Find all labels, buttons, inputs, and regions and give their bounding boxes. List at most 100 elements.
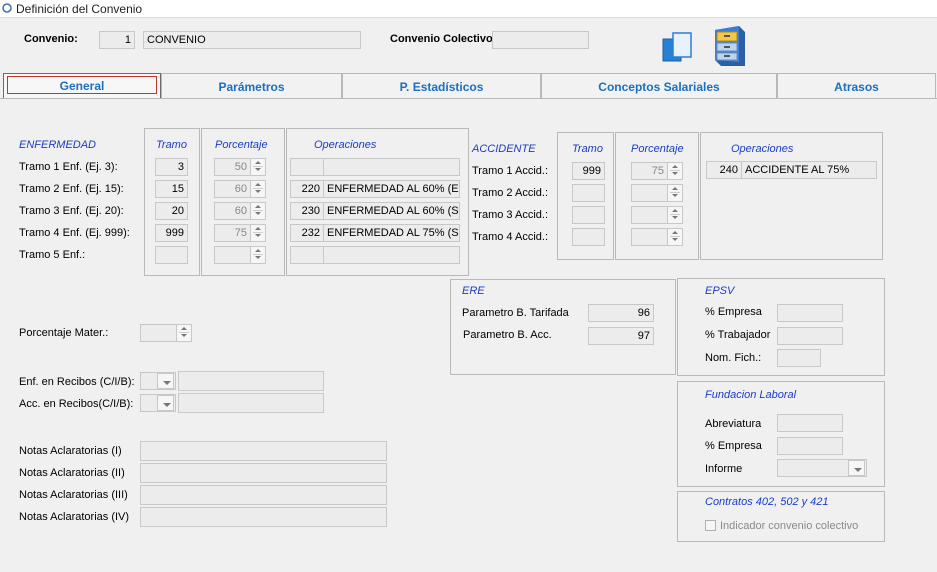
- convenio-number-field[interactable]: 1: [99, 31, 135, 49]
- acc-col-operaciones: Operaciones: [731, 143, 794, 155]
- enf-recibos-label: Enf. en Recibos (C/I/B):: [19, 376, 135, 388]
- ere-acc-label: Parametro B. Acc.: [463, 329, 552, 341]
- notas-field[interactable]: [140, 485, 387, 505]
- acc-recibos-desc: [178, 393, 324, 413]
- fundacion-empresa-field[interactable]: [777, 437, 843, 455]
- enf-porcentaje-spinner-value: 60: [234, 183, 247, 195]
- notas-label: Notas Aclaratorias (II): [19, 467, 125, 479]
- notas-label: Notas Aclaratorias (I): [19, 445, 122, 457]
- enf-op-code-field[interactable]: [290, 158, 324, 176]
- enf-porcentaje-spinner-value: 75: [234, 227, 247, 239]
- enf-porcentaje-spinner[interactable]: 75: [214, 224, 266, 242]
- acc-porcentaje-spinner[interactable]: [631, 206, 683, 224]
- enf-op-desc-field: ENFERMEDAD AL 75% (S.S: [323, 224, 460, 242]
- fundacion-abrev-field[interactable]: [777, 414, 843, 432]
- enf-col-porcentaje: Porcentaje: [215, 139, 268, 151]
- convenio-name-field[interactable]: CONVENIO: [143, 31, 361, 49]
- acc-porcentaje-spinner-value: 75: [651, 165, 664, 177]
- tab-conceptos-salariales[interactable]: Conceptos Salariales: [541, 73, 777, 99]
- convenio-label: Convenio:: [24, 33, 78, 45]
- acc-porcentaje-spinner[interactable]: [631, 228, 683, 246]
- enf-porcentaje-spinner[interactable]: 50: [214, 158, 266, 176]
- acc-recibos-dropdown[interactable]: [157, 395, 174, 411]
- enf-recibos-desc: [178, 371, 324, 391]
- enf-row-label: Tramo 3 Enf. (Ej. 20):: [19, 205, 124, 217]
- indicador-checkbox[interactable]: [705, 520, 716, 531]
- tab-bar: General Parámetros P. Estadísticos Conce…: [0, 73, 937, 99]
- spinner-arrows-icon[interactable]: [667, 163, 682, 179]
- contratos-title: Contratos 402, 502 y 421: [705, 496, 829, 508]
- enf-op-desc-field: [323, 246, 460, 264]
- enf-porcentaje-spinner[interactable]: [214, 246, 266, 264]
- tab-parametros[interactable]: Parámetros: [161, 73, 342, 99]
- notas-field[interactable]: [140, 463, 387, 483]
- enf-op-code-field[interactable]: 230: [290, 202, 324, 220]
- enf-op-desc-field: ENFERMEDAD AL 60% (S.S: [323, 202, 460, 220]
- enf-porcentaje-spinner-value: 60: [234, 205, 247, 217]
- enf-tramo-field[interactable]: 999: [155, 224, 188, 242]
- enf-row-label: Tramo 4 Enf. (Ej. 999):: [19, 227, 130, 239]
- fundacion-informe-dropdown[interactable]: [848, 460, 865, 476]
- enf-porcentaje-spinner[interactable]: 60: [214, 202, 266, 220]
- accidente-title: ACCIDENTE: [472, 143, 536, 155]
- epsv-title: EPSV: [705, 285, 735, 297]
- acc-tramo-field[interactable]: 999: [572, 162, 605, 180]
- ere-acc-field[interactable]: 97: [588, 327, 654, 345]
- acc-tramo-field[interactable]: [572, 184, 605, 202]
- convenio-colectivo-field[interactable]: [492, 31, 589, 49]
- notas-field[interactable]: [140, 507, 387, 527]
- notas-field[interactable]: [140, 441, 387, 461]
- enf-porcentaje-spinner[interactable]: 60: [214, 180, 266, 198]
- notas-label: Notas Aclaratorias (III): [19, 489, 128, 501]
- spinner-arrows-icon[interactable]: [250, 225, 265, 241]
- epsv-fich-field[interactable]: [777, 349, 821, 367]
- fundacion-abrev-label: Abreviatura: [705, 418, 762, 430]
- enf-recibos-dropdown[interactable]: [157, 373, 174, 389]
- spinner-arrows-icon[interactable]: [250, 159, 265, 175]
- acc-op-code-field[interactable]: 240: [706, 161, 742, 179]
- fundacion-title: Fundacion Laboral: [705, 389, 797, 401]
- tab-p-estadisticos[interactable]: P. Estadísticos: [342, 73, 541, 99]
- acc-col-porcentaje: Porcentaje: [631, 143, 684, 155]
- ere-tarifada-field[interactable]: 96: [588, 304, 654, 322]
- spinner-arrows-icon[interactable]: [667, 229, 682, 245]
- acc-row-label: Tramo 1 Accid.:: [472, 165, 549, 177]
- chevron-down-icon: [854, 468, 862, 472]
- spinner-arrows-icon[interactable]: [250, 247, 265, 263]
- tab-general[interactable]: General: [3, 73, 161, 99]
- enf-tramo-field[interactable]: 3: [155, 158, 188, 176]
- enf-tramo-field[interactable]: 15: [155, 180, 188, 198]
- spinner-arrows-icon[interactable]: [250, 181, 265, 197]
- tab-atrasos[interactable]: Atrasos: [777, 73, 936, 99]
- chevron-down-icon: [163, 403, 171, 407]
- spinner-arrows-icon[interactable]: [250, 203, 265, 219]
- acc-porcentaje-spinner[interactable]: 75: [631, 162, 683, 180]
- convenio-colectivo-label: Convenio Colectivo: [390, 33, 493, 45]
- enf-op-code-field[interactable]: 232: [290, 224, 324, 242]
- copy-icon[interactable]: [661, 31, 695, 63]
- enf-op-code-field[interactable]: 220: [290, 180, 324, 198]
- acc-row-label: Tramo 3 Accid.:: [472, 209, 549, 221]
- ere-title: ERE: [462, 285, 485, 297]
- spinner-arrows-icon[interactable]: [667, 185, 682, 201]
- window-title: Definición del Convenio: [16, 2, 143, 16]
- enf-tramo-field[interactable]: 20: [155, 202, 188, 220]
- chevron-down-icon: [163, 381, 171, 385]
- enf-row-label: Tramo 2 Enf. (Ej. 15):: [19, 183, 124, 195]
- enf-row-label: Tramo 1 Enf. (Ej. 3):: [19, 161, 118, 173]
- notas-label: Notas Aclaratorias (IV): [19, 511, 130, 523]
- epsv-trabajador-field[interactable]: [777, 327, 843, 345]
- spinner-arrows-icon[interactable]: [667, 207, 682, 223]
- epsv-empresa-field[interactable]: [777, 304, 843, 322]
- materni-spinner[interactable]: [140, 324, 192, 342]
- enf-op-code-field[interactable]: [290, 246, 324, 264]
- enf-tramo-field[interactable]: [155, 246, 188, 264]
- acc-porcentaje-spinner[interactable]: [631, 184, 683, 202]
- acc-recibos-label: Acc. en Recibos(C/I/B):: [19, 398, 134, 410]
- epsv-fich-label: Nom. Fich.:: [705, 352, 762, 364]
- file-cabinet-icon[interactable]: [711, 22, 749, 68]
- fundacion-informe-label: Informe: [705, 463, 743, 475]
- acc-tramo-field[interactable]: [572, 228, 605, 246]
- spinner-arrows-icon[interactable]: [176, 325, 191, 341]
- acc-tramo-field[interactable]: [572, 206, 605, 224]
